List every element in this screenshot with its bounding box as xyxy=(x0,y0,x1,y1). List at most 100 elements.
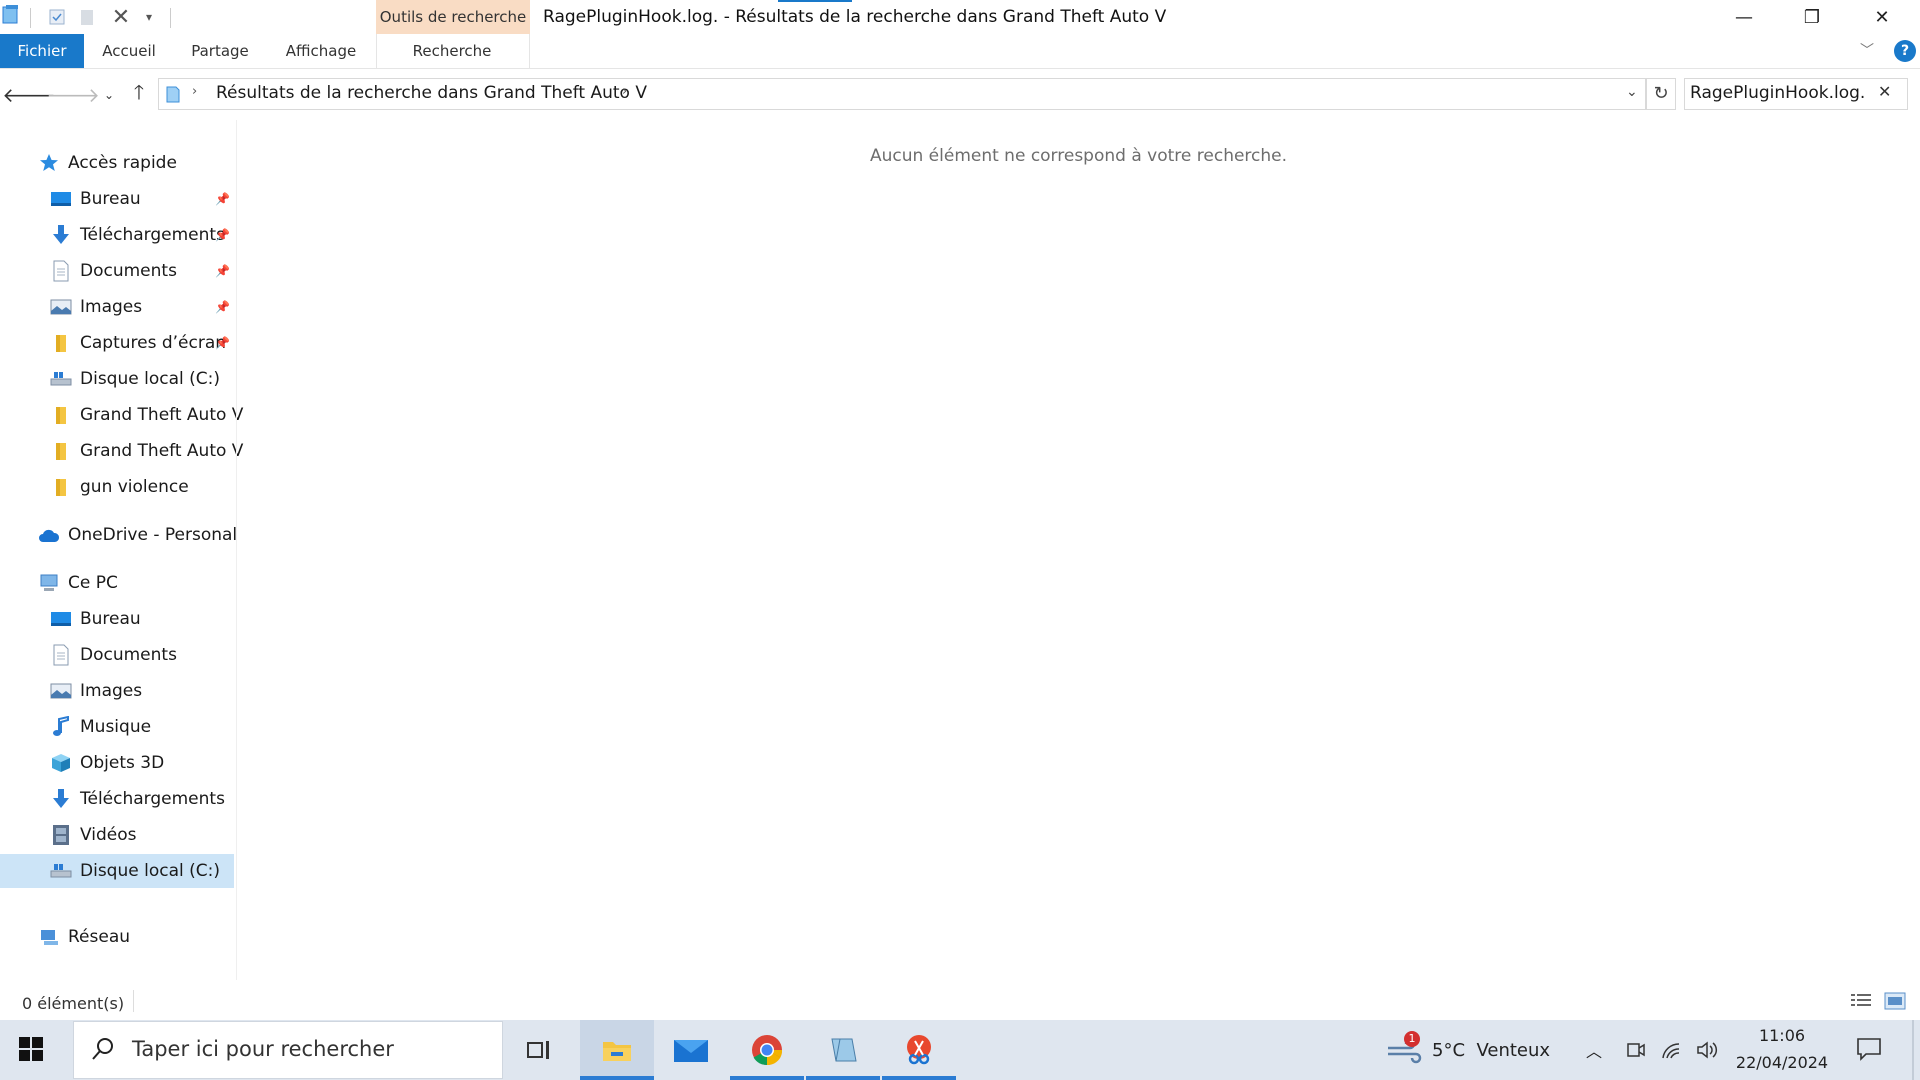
details-view-icon[interactable] xyxy=(1850,992,1872,1010)
empty-results-message: Aucun élément ne correspond à votre rech… xyxy=(869,146,1288,166)
sidebar-item-bureau[interactable]: Bureau 📌 xyxy=(0,182,234,216)
sidebar-item-onedrive[interactable]: OneDrive - Personal xyxy=(0,518,272,552)
active-app-indicator xyxy=(730,1076,804,1080)
download-icon xyxy=(50,788,72,810)
sidebar-item-musique[interactable]: Musique xyxy=(0,710,234,744)
sidebar-item-bureau[interactable]: Bureau xyxy=(0,602,234,636)
drive-icon xyxy=(50,860,72,882)
taskbar-search-input[interactable]: Taper ici pour rechercher xyxy=(132,1037,394,1061)
show-desktop-button[interactable] xyxy=(1912,1020,1914,1080)
restore-button[interactable]: ❐ xyxy=(1782,0,1842,34)
pin-icon[interactable]: 📌 xyxy=(215,228,230,242)
tab-accueil[interactable]: Accueil xyxy=(92,34,166,68)
sidebar-item-images[interactable]: Images xyxy=(0,674,234,708)
close-button[interactable]: ✕ xyxy=(1852,0,1912,34)
clear-search-icon[interactable]: ✕ xyxy=(1878,82,1891,101)
refresh-button[interactable]: ↻ xyxy=(1646,78,1676,110)
notifications-icon[interactable] xyxy=(1856,1036,1882,1062)
delete-icon[interactable]: ✕ xyxy=(110,5,132,30)
search-input[interactable]: RagePluginHook.log. xyxy=(1690,83,1870,103)
recent-locations-chevron-icon[interactable]: ⌄ xyxy=(94,80,124,110)
sidebar-item-reseau[interactable]: Réseau xyxy=(0,920,272,954)
sidebar-item-label: Documents xyxy=(80,261,177,281)
forward-button[interactable]: 🡒 xyxy=(46,80,100,110)
sidebar-item-grand-theft-auto-v[interactable]: Grand Theft Auto V xyxy=(0,434,243,468)
help-icon[interactable]: ? xyxy=(1894,40,1916,62)
music-icon xyxy=(50,716,72,738)
large-icons-view-icon[interactable] xyxy=(1884,992,1906,1010)
pin-icon[interactable]: 📌 xyxy=(215,192,230,206)
desktop-icon xyxy=(50,188,72,210)
sidebar-item-label: Téléchargements xyxy=(80,225,225,245)
sidebar-item-label: Téléchargements xyxy=(80,789,225,809)
explorer-app-icon[interactable] xyxy=(0,4,22,26)
breadcrumb-path[interactable]: Résultats de la recherche dans Grand The… xyxy=(216,83,647,103)
tab-partage[interactable]: Partage xyxy=(180,34,260,68)
customize-qa-chevron-icon[interactable]: ▾ xyxy=(138,6,160,28)
drive-icon xyxy=(50,368,72,390)
image-icon xyxy=(50,296,72,318)
weather-text[interactable]: 5°C Venteux xyxy=(1432,1020,1550,1080)
taskbar-file-explorer[interactable] xyxy=(580,1020,654,1080)
expand-ribbon-chevron-icon[interactable]: ﹀ xyxy=(1860,40,1874,60)
pin-icon[interactable]: 📌 xyxy=(215,264,230,278)
sidebar-item-disque-local-c[interactable]: Disque local (C:) xyxy=(0,854,234,888)
folder-icon xyxy=(50,332,72,354)
pin-icon[interactable]: 📌 xyxy=(215,336,230,350)
taskbar-snipping-tool[interactable] xyxy=(882,1020,956,1080)
address-dropdown-chevron-icon[interactable]: ⌄ xyxy=(1626,84,1638,100)
taskbar-chrome[interactable] xyxy=(730,1020,804,1080)
minimize-button[interactable]: — xyxy=(1714,0,1774,34)
sidebar-item-label: Ce PC xyxy=(68,573,118,593)
cube-icon xyxy=(50,752,72,774)
taskbar-mail[interactable] xyxy=(654,1020,728,1080)
sidebar-item-t-l-chargements[interactable]: Téléchargements 📌 xyxy=(0,218,234,252)
sidebar-item-ce-pc[interactable]: Ce PC xyxy=(0,566,272,600)
scissors-icon xyxy=(902,1033,936,1067)
clock-date[interactable]: 22/04/2024 xyxy=(1734,1053,1830,1072)
sidebar-item-documents[interactable]: Documents 📌 xyxy=(0,254,234,288)
tab-affichage[interactable]: Affichage xyxy=(278,34,364,68)
sidebar-item-label: Disque local (C:) xyxy=(80,369,220,389)
meeting-camera-icon[interactable] xyxy=(1626,1040,1646,1060)
tab-fichier[interactable]: Fichier xyxy=(0,34,84,68)
sidebar-item-label: Musique xyxy=(80,717,152,737)
up-button[interactable]: 🡑 xyxy=(124,80,154,110)
breadcrumb-chevron-icon[interactable]: › xyxy=(192,84,197,99)
properties-icon[interactable] xyxy=(46,6,68,28)
windows-start-icon[interactable] xyxy=(18,1036,44,1062)
context-tab-group-label: Outils de recherche xyxy=(376,0,530,34)
clock-time[interactable]: 11:06 xyxy=(1734,1026,1830,1045)
breadcrumb-chevron-icon[interactable]: › xyxy=(622,84,627,99)
sidebar-item-captures-d-cran[interactable]: Captures d’écran 📌 xyxy=(0,326,234,360)
sidebar-item-gun-violence[interactable]: gun violence xyxy=(0,470,234,504)
video-icon xyxy=(50,824,72,846)
sidebar-item-documents[interactable]: Documents xyxy=(0,638,234,672)
qa-divider xyxy=(170,8,171,28)
pin-icon[interactable]: 📌 xyxy=(215,300,230,314)
sidebar-item-label: Disque local (C:) xyxy=(80,861,220,881)
sidebar-item-images[interactable]: Images 📌 xyxy=(0,290,234,324)
sidebar-item-objets-3d[interactable]: Objets 3D xyxy=(0,746,234,780)
back-button[interactable]: 🡐 xyxy=(2,80,56,110)
sidebar-item-vid-os[interactable]: Vidéos xyxy=(0,818,234,852)
show-hidden-icons-chevron-icon[interactable]: ︿ xyxy=(1586,1020,1602,1080)
folder-icon xyxy=(50,404,72,426)
status-divider xyxy=(133,990,134,1012)
task-view-icon[interactable] xyxy=(503,1020,577,1080)
taskbar-notes-app[interactable] xyxy=(806,1020,880,1080)
new-folder-icon[interactable] xyxy=(76,6,98,28)
sidebar-item-t-l-chargements[interactable]: Téléchargements xyxy=(0,782,234,816)
sidebar-item-label: Bureau xyxy=(80,609,141,629)
document-icon xyxy=(50,260,72,282)
sidebar-item-label: Réseau xyxy=(68,927,131,947)
sidebar-item-acces-rapide[interactable]: Accès rapide xyxy=(0,146,272,180)
sidebar-item-disque-local-c[interactable]: Disque local (C:) xyxy=(0,362,234,396)
sidebar-item-label: Grand Theft Auto V xyxy=(80,405,244,425)
star-icon xyxy=(38,152,60,174)
volume-icon[interactable] xyxy=(1696,1040,1720,1060)
sidebar-item-grand-theft-auto-v[interactable]: Grand Theft Auto V xyxy=(0,398,243,432)
tab-recherche[interactable]: Recherche xyxy=(400,34,504,68)
pane-divider[interactable] xyxy=(236,120,237,980)
wifi-icon[interactable] xyxy=(1660,1040,1682,1060)
